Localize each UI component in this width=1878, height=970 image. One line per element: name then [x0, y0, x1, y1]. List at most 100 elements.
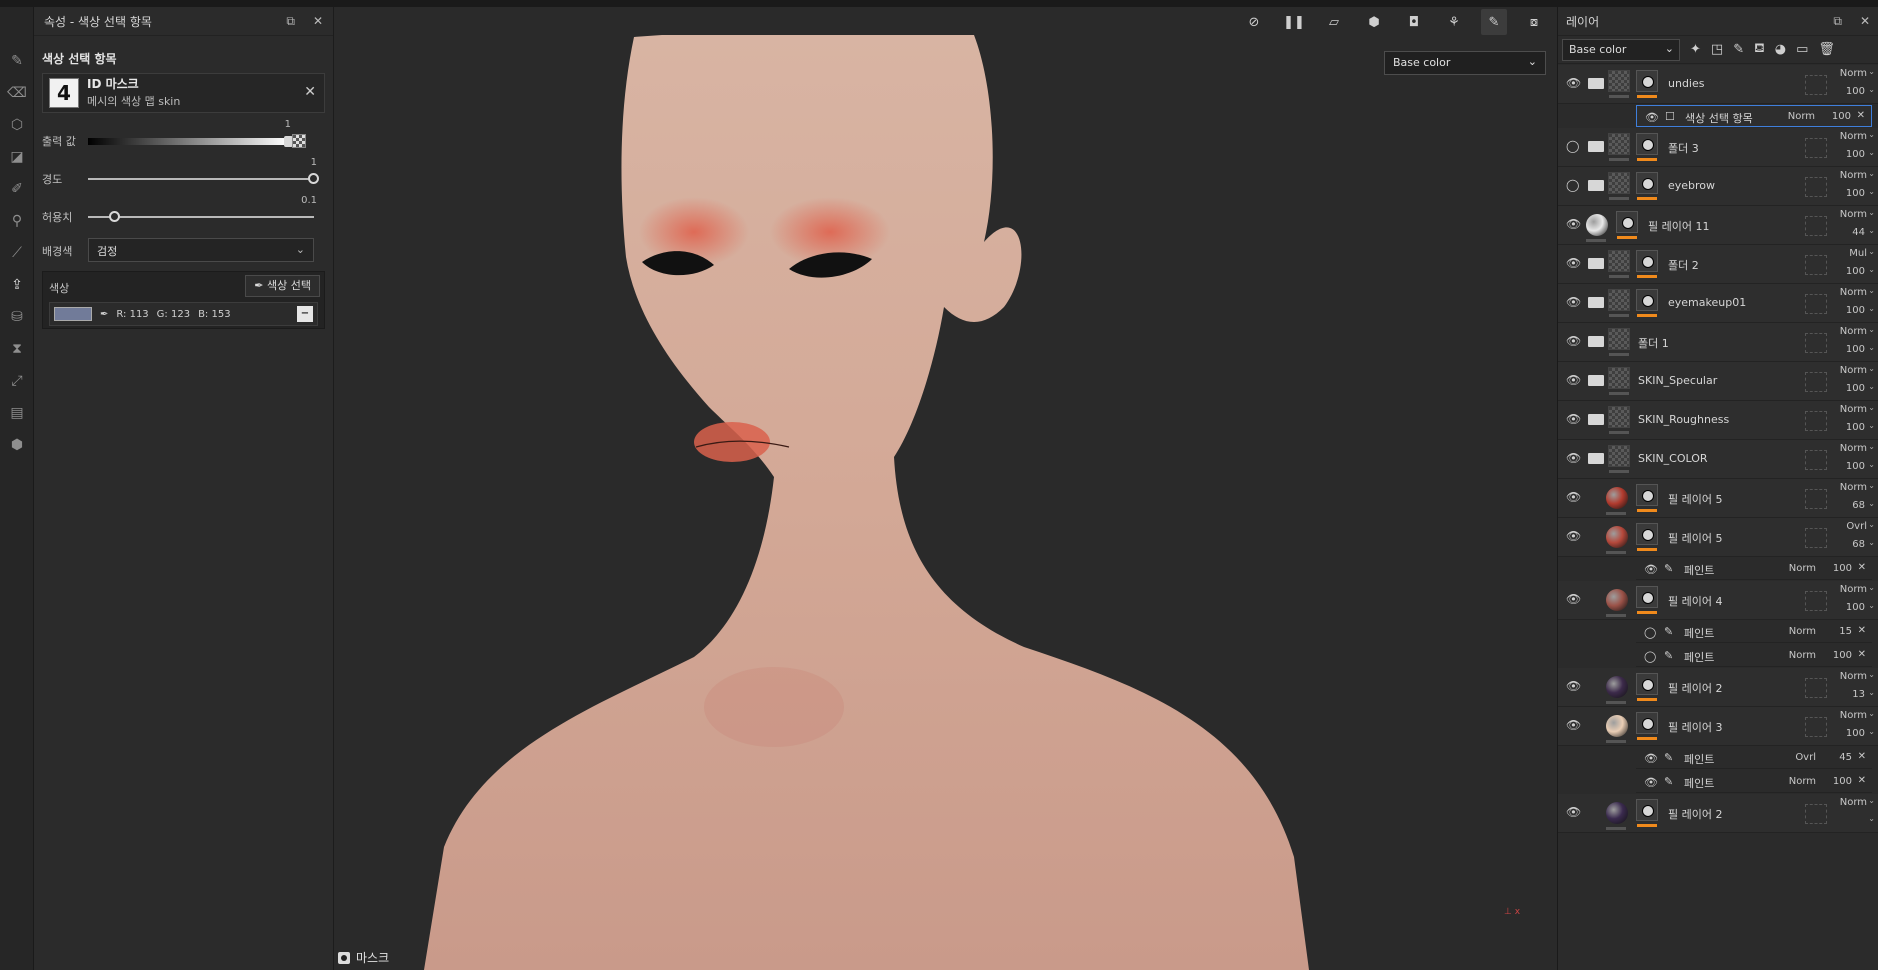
effect-blend-mode[interactable]: Norm [1789, 626, 1816, 637]
hardness-slider-handle[interactable] [308, 173, 319, 184]
blend-mode[interactable]: Norm [1840, 68, 1867, 79]
effect-row[interactable]: 👁 ✎ 페인트 Norm 100 ✕ [1636, 558, 1872, 580]
eye-icon[interactable]: 👁 [1566, 451, 1581, 465]
add-folder-icon[interactable]: ▭ [1796, 42, 1808, 57]
blend-mode[interactable]: Norm [1840, 671, 1867, 682]
effect-row[interactable]: 👁 ✎ 페인트 Ovrl 45 ✕ [1636, 747, 1872, 769]
polygon-fill-tool-icon[interactable]: ◪ [0, 141, 34, 173]
shelf-icon[interactable]: ⬢ [0, 429, 34, 461]
effect-opacity[interactable]: 45 [1839, 752, 1852, 763]
blend-mode[interactable]: Mul [1849, 248, 1867, 259]
id-mask-card[interactable]: 4 ID 마스크 메시의 색상 맵 skin ✕ [42, 73, 325, 113]
eye-icon[interactable]: 👁 [1566, 295, 1581, 309]
add-material-icon[interactable]: ◕ [1775, 42, 1786, 57]
layer-select-box[interactable] [1805, 450, 1827, 470]
blend-mode[interactable]: Norm [1840, 365, 1867, 376]
effect-row[interactable]: ◯ ✎ 페인트 Norm 100 ✕ [1636, 645, 1872, 667]
remove-effect-icon[interactable]: ✕ [1858, 562, 1866, 573]
pick-color-button[interactable]: ✒ 색상 선택 [245, 275, 320, 297]
remove-color-button[interactable]: − [297, 306, 313, 322]
layer-row[interactable]: 👁 SKIN_COLOR Norm ⌄ 100 ⌄ [1558, 440, 1878, 479]
eye-icon[interactable]: 👁 [1566, 805, 1581, 819]
effect-blend-mode[interactable]: Norm [1789, 563, 1816, 574]
folder-icon[interactable] [1588, 453, 1604, 464]
layer-row[interactable]: 👁 eyemakeup01 Norm ⌄ 100 ⌄ [1558, 284, 1878, 323]
effect-opacity[interactable]: 100 [1833, 563, 1852, 574]
layer-select-box[interactable] [1805, 372, 1827, 392]
blend-mode[interactable]: Norm [1840, 404, 1867, 415]
export-icon[interactable]: ⇪ [0, 269, 34, 301]
eye-icon[interactable]: 👁 [1645, 111, 1659, 124]
color-swatch[interactable] [54, 307, 92, 321]
paint-mode-icon[interactable]: ✎ [1481, 9, 1507, 35]
float-icon[interactable]: ⧉ [286, 14, 295, 29]
viewport-channel-select[interactable]: Base color ⌄ [1384, 51, 1546, 75]
mask-thumbnail[interactable] [1616, 211, 1638, 233]
effect-opacity[interactable]: 100 [1832, 111, 1851, 122]
smudge-tool-icon[interactable]: ✐ [0, 173, 34, 205]
clone-tool-icon[interactable]: ⚲ [0, 205, 34, 237]
layer-select-box[interactable] [1805, 678, 1827, 698]
layer-row[interactable]: 👁 필 레이어 5 Ovrl ⌄ 68 ⌄ [1558, 518, 1878, 557]
mask-thumbnail[interactable] [1636, 289, 1658, 311]
mask-thumbnail[interactable] [1636, 250, 1658, 272]
layer-row[interactable]: 👁 필 레이어 2 Norm ⌄ 13 ⌄ [1558, 668, 1878, 707]
checker-icon[interactable] [292, 134, 306, 148]
remove-effect-icon[interactable]: ✕ [1858, 625, 1866, 636]
close-icon[interactable]: ✕ [313, 14, 323, 29]
effect-row[interactable]: 👁 ✎ 페인트 Norm 100 ✕ [1636, 771, 1872, 793]
effect-blend-mode[interactable]: Norm [1789, 776, 1816, 787]
uv-icon[interactable]: ⤢ [0, 365, 34, 397]
viewport[interactable]: ⊘ ❚❚ ▱ ⬢ ◘ ⚘ ✎ ⧇ Base color ⌄ ⊥ x 마스크 [334, 7, 1557, 970]
remove-effect-icon[interactable]: ✕ [1858, 775, 1866, 786]
layer-select-box[interactable] [1805, 255, 1827, 275]
color-picker-tool-icon[interactable]: ⟋ [0, 237, 34, 269]
blend-mode[interactable]: Norm [1840, 326, 1867, 337]
layer-row[interactable]: 👁 필 레이어 5 Norm ⌄ 68 ⌄ [1558, 479, 1878, 518]
blend-mode[interactable]: Norm [1840, 710, 1867, 721]
eraser-tool-icon[interactable]: ⌫ [0, 77, 34, 109]
mask-thumbnail[interactable] [1636, 523, 1658, 545]
eye-icon[interactable]: 👁 [1566, 718, 1581, 732]
layer-select-box[interactable] [1805, 528, 1827, 548]
layer-opacity[interactable]: 100 [1846, 149, 1865, 160]
layer-opacity[interactable]: 100 [1846, 266, 1865, 277]
camera-icon[interactable]: ◘ [1401, 9, 1427, 35]
layer-opacity[interactable]: 100 [1846, 344, 1865, 355]
layer-row[interactable]: 👁 필 레이어 3 Norm ⌄ 100 ⌄ [1558, 707, 1878, 746]
layer-opacity[interactable]: 68 [1852, 539, 1865, 550]
hide-overlay-icon[interactable]: ⊘ [1241, 9, 1267, 35]
layer-row[interactable]: 👁 필 레이어 11 Norm ⌄ 44 ⌄ [1558, 206, 1878, 245]
blend-mode[interactable]: Norm [1840, 584, 1867, 595]
layer-opacity[interactable]: 100 [1846, 86, 1865, 97]
projection-tool-icon[interactable]: ⬡ [0, 109, 34, 141]
bake-icon[interactable]: ⛁ [0, 301, 34, 333]
symmetry-icon[interactable]: ⚘ [1441, 9, 1467, 35]
layer-select-box[interactable] [1805, 717, 1827, 737]
effect-blend-mode[interactable]: Norm [1788, 111, 1815, 122]
layer-select-box[interactable] [1805, 216, 1827, 236]
effect-blend-mode[interactable]: Ovrl [1795, 752, 1816, 763]
brush-tool-icon[interactable]: ✎ [0, 45, 34, 77]
mask-thumbnail[interactable] [1636, 799, 1658, 821]
effect-opacity[interactable]: 100 [1833, 776, 1852, 787]
eye-icon[interactable]: 👁 [1566, 76, 1581, 90]
folder-icon[interactable] [1588, 78, 1604, 89]
layer-row[interactable]: 👁 폴더 2 Mul ⌄ 100 ⌄ [1558, 245, 1878, 284]
eye-icon[interactable]: 👁 [1566, 217, 1581, 231]
view-mode-icon[interactable]: ▱ [1321, 9, 1347, 35]
layer-opacity[interactable]: 100 [1846, 305, 1865, 316]
layer-select-box[interactable] [1805, 177, 1827, 197]
blend-mode[interactable]: Norm [1840, 287, 1867, 298]
layer-select-box[interactable] [1805, 333, 1827, 353]
add-fill-layer-icon[interactable]: ⛾ [1754, 41, 1765, 58]
folder-icon[interactable] [1588, 375, 1604, 386]
layer-row[interactable]: 👁 SKIN_Roughness Norm ⌄ 100 ⌄ [1558, 401, 1878, 440]
folder-icon[interactable] [1588, 180, 1604, 191]
eye-icon[interactable]: 👁 [1566, 529, 1581, 543]
eye-icon[interactable]: 👁 [1566, 412, 1581, 426]
effect-opacity[interactable]: 100 [1833, 650, 1852, 661]
layer-opacity[interactable]: 100 [1846, 188, 1865, 199]
delete-icon[interactable]: 🗑 [1818, 42, 1835, 57]
eye-icon[interactable]: 👁 [1566, 679, 1581, 693]
